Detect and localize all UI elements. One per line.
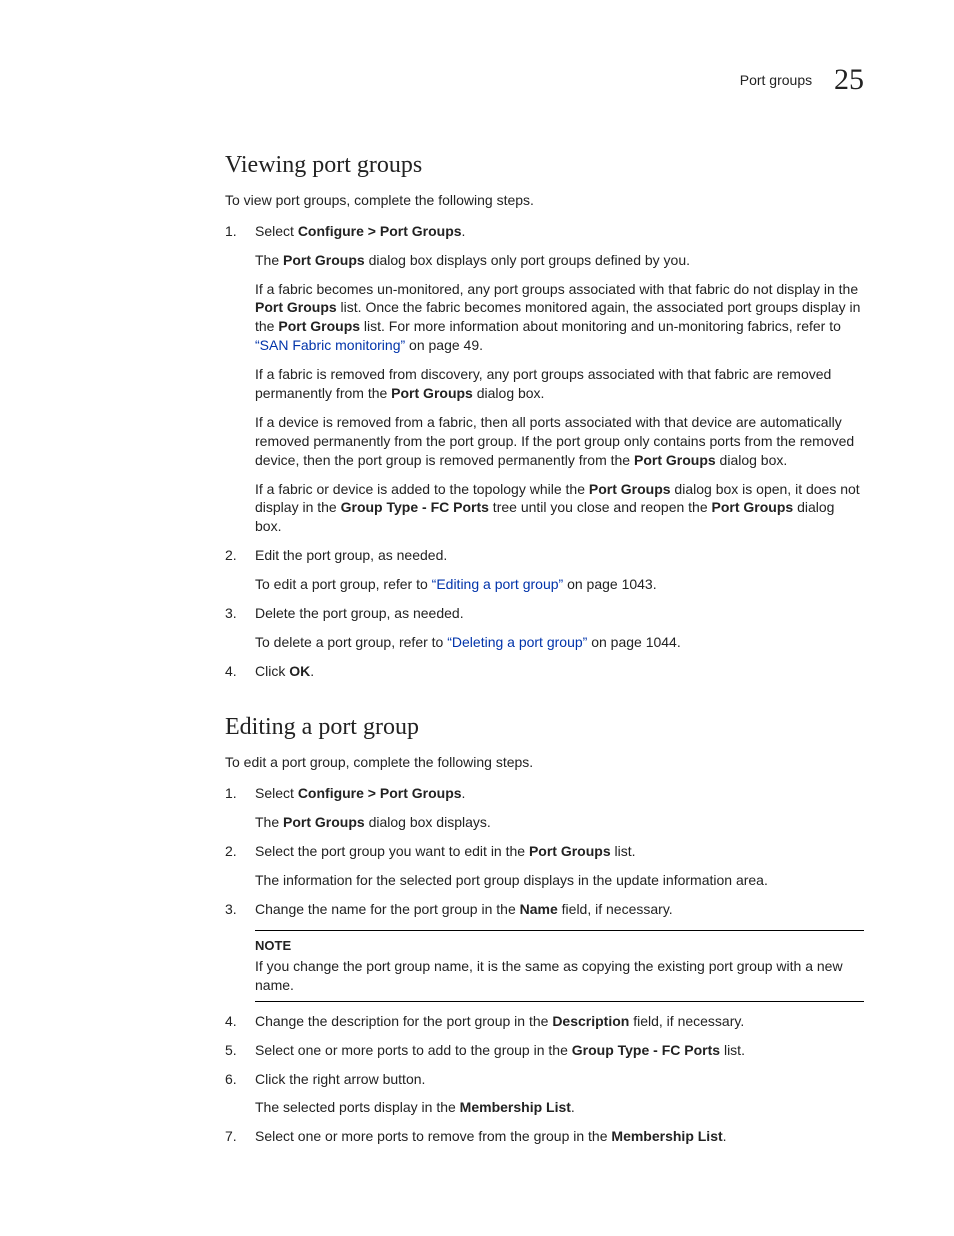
step-item: Change the description for the port grou… [90,1012,864,1031]
step-item: Select Configure > Port Groups. The Port … [90,784,864,832]
step-sub-paragraph: The Port Groups dialog box displays only… [255,251,864,270]
step-text: Change the name for the port group in th… [255,901,673,917]
step-sub-paragraph: If a fabric is removed from discovery, a… [255,365,864,403]
step-item: Click the right arrow button. The selecte… [90,1070,864,1118]
step-text: Select one or more ports to add to the g… [255,1042,745,1058]
step-item: Select one or more ports to remove from … [90,1127,864,1146]
section-title-editing: Editing a port group [90,711,864,743]
cross-reference-link[interactable]: “Deleting a port group” [447,634,587,650]
bold-text: Membership List [611,1128,722,1144]
bold-text: Configure > Port Groups [298,223,462,239]
bold-text: Group Type - FC Ports [341,499,489,515]
step-text: Select one or more ports to remove from … [255,1128,727,1144]
cross-reference-link[interactable]: “Editing a port group” [432,576,564,592]
step-item: Delete the port group, as needed. To dele… [90,604,864,652]
section-intro: To edit a port group, complete the follo… [90,753,864,772]
page-header: Port groups 25 [90,60,864,101]
note-block: NOTE If you change the port group name, i… [255,930,864,1001]
step-item: Click OK. [90,662,864,681]
step-text: Select Configure > Port Groups. [255,223,465,239]
step-sub-paragraph: If a fabric becomes un-monitored, any po… [255,280,864,356]
steps-list-editing: Select Configure > Port Groups. The Port … [90,784,864,1146]
bold-text: Port Groups [589,481,671,497]
step-text: Change the description for the port grou… [255,1013,744,1029]
step-text: Select Configure > Port Groups. [255,785,465,801]
bold-text: Port Groups [283,814,365,830]
step-text: Click the right arrow button. [255,1071,425,1087]
bold-text: Port Groups [278,318,360,334]
step-sub-paragraph: To delete a port group, refer to “Deleti… [255,633,864,652]
bold-text: Port Groups [255,299,337,315]
step-text: Delete the port group, as needed. [255,605,464,621]
step-sub-paragraph: If a fabric or device is added to the to… [255,480,864,537]
note-title: NOTE [255,937,864,955]
bold-text: Configure > Port Groups [298,785,462,801]
bold-text: OK [289,663,310,679]
step-text: Click OK. [255,663,314,679]
bold-text: Description [552,1013,629,1029]
step-sub-paragraph: The information for the selected port gr… [255,871,864,890]
note-text: If you change the port group name, it is… [255,957,864,995]
steps-list-viewing: Select Configure > Port Groups. The Port … [90,222,864,681]
step-text: Select the port group you want to edit i… [255,843,636,859]
step-sub-paragraph: The selected ports display in the Member… [255,1098,864,1117]
step-item: Select the port group you want to edit i… [90,842,864,890]
step-text: Edit the port group, as needed. [255,547,447,563]
step-item: Edit the port group, as needed. To edit a… [90,546,864,594]
step-sub-paragraph: To edit a port group, refer to “Editing … [255,575,864,594]
step-item: Select one or more ports to add to the g… [90,1041,864,1060]
section-intro: To view port groups, complete the follow… [90,191,864,210]
bold-text: Port Groups [634,452,716,468]
bold-text: Group Type - FC Ports [572,1042,720,1058]
bold-text: Port Groups [529,843,611,859]
bold-text: Port Groups [391,385,473,401]
chapter-number: 25 [834,63,864,96]
step-item: Select Configure > Port Groups. The Port … [90,222,864,536]
step-item: Change the name for the port group in th… [90,900,864,1002]
bold-text: Port Groups [283,252,365,268]
bold-text: Name [520,901,558,917]
bold-text: Membership List [460,1099,571,1115]
step-sub-paragraph: The Port Groups dialog box displays. [255,813,864,832]
cross-reference-link[interactable]: “SAN Fabric monitoring” [255,337,405,353]
bold-text: Port Groups [712,499,794,515]
section-title-viewing: Viewing port groups [90,149,864,181]
header-label: Port groups [740,72,812,88]
step-sub-paragraph: If a device is removed from a fabric, th… [255,413,864,470]
